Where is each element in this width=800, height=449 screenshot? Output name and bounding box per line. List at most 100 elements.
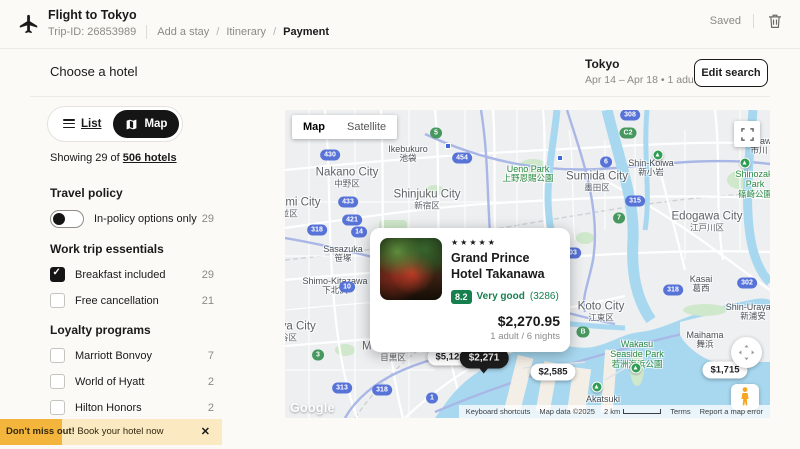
map-label-city: Setagaya City世田谷区 (285, 321, 316, 344)
filter-count: 2 (208, 376, 214, 388)
map-data-label: Map data ©2025 (539, 407, 595, 416)
hotel-price: $2,270.95 (380, 313, 560, 329)
map-label-city: Koto City江東区 (578, 301, 625, 324)
route-shield-icon: 1 (426, 392, 438, 403)
hotel-photo (380, 238, 442, 300)
top-header: Flight to Tokyo Trip-ID: 26853989 Add a … (0, 0, 800, 49)
filter-row-hilton[interactable]: ✓ Hilton Honors 2 (50, 399, 214, 416)
in-policy-toggle[interactable] (50, 210, 84, 228)
trip-title: Flight to Tokyo (48, 8, 329, 22)
park-marker-icon[interactable] (631, 363, 642, 374)
hotel-card[interactable]: ★★★★★ Grand Prince Hotel Takanawa 8.2 Ve… (370, 228, 570, 352)
map-label-city: Suginami City杉並区 (285, 197, 320, 220)
map-label-station: Ikebukuro池袋 (388, 144, 428, 164)
pan-control[interactable] (731, 337, 762, 368)
map-attribution: Keyboard shortcuts Map data ©2025 2 km T… (459, 405, 770, 418)
route-shield-icon: 454 (452, 152, 472, 163)
route-shield-icon: C2 (620, 127, 637, 138)
promo-banner[interactable]: Don't miss out! Book your hotel now ✕ (0, 419, 222, 445)
map-type-satellite-button[interactable]: Satellite (336, 115, 397, 139)
map-type-map-button[interactable]: Map (292, 115, 336, 139)
report-error-link[interactable]: Report a map error (700, 407, 763, 416)
filter-label: In-policy options only (94, 213, 202, 225)
filter-section-work-trip: Work trip essentials (50, 242, 214, 256)
hotel-stars: ★★★★★ (451, 238, 560, 247)
hotel-name: Grand Prince Hotel Takanawa (451, 250, 560, 283)
map-label-station: Akatsuki (586, 394, 620, 404)
trash-icon[interactable] (766, 12, 784, 30)
tab-map[interactable]: Map (113, 110, 179, 138)
map-label-city: Edogawa City江戸川区 (672, 211, 743, 234)
breadcrumb: Add a stay / Itinerary / Payment (157, 26, 329, 38)
hotels-count-link[interactable]: 506 hotels (123, 152, 177, 164)
checkbox[interactable]: ✓ (50, 374, 65, 389)
close-icon[interactable]: ✕ (201, 425, 210, 438)
park-marker-icon[interactable] (592, 382, 603, 393)
map-label-station: Sasazuka笹塚 (323, 244, 363, 264)
destination-name: Tokyo (585, 57, 699, 71)
breadcrumb-add-a-stay[interactable]: Add a stay (157, 26, 209, 38)
scale-bar: 2 km (604, 407, 661, 416)
checkbox[interactable]: ✓ (50, 293, 65, 308)
map-label-city: Sumida City墨田区 (566, 171, 628, 194)
route-shield-icon: 430 (320, 149, 340, 160)
list-icon (63, 119, 75, 129)
filter-label: Marriott Bonvoy (75, 350, 208, 362)
breadcrumb-itinerary[interactable]: Itinerary (226, 26, 266, 38)
park-marker-icon[interactable] (653, 150, 664, 161)
filter-label: Breakfast included (75, 269, 202, 281)
pegman-icon (739, 387, 751, 407)
filter-count: 29 (202, 213, 214, 225)
checkbox[interactable]: ✓ (50, 267, 65, 282)
route-shield-icon: 14 (351, 226, 367, 237)
terms-link[interactable]: Terms (670, 407, 690, 416)
route-shield-icon: B (576, 326, 589, 337)
route-shield-icon: 5 (430, 127, 442, 138)
route-shield-icon: 315 (625, 195, 645, 206)
rating-badge: 8.2 (451, 290, 472, 304)
filter-count: 29 (202, 269, 214, 281)
breadcrumb-payment[interactable]: Payment (283, 26, 329, 38)
route-shield-icon: 10 (339, 281, 355, 292)
edit-search-button[interactable]: Edit search (694, 59, 768, 87)
tab-list[interactable]: List (51, 110, 113, 138)
divider (753, 14, 754, 28)
filter-count: 21 (202, 295, 214, 307)
filter-row-hyatt[interactable]: ✓ World of Hyatt 2 (50, 373, 214, 390)
station-marker-icon[interactable] (557, 155, 563, 161)
filter-row-in-policy[interactable]: In-policy options only 29 (50, 210, 214, 228)
page-title: Choose a hotel (50, 64, 137, 79)
app-root: Flight to Tokyo Trip-ID: 26853989 Add a … (0, 0, 800, 449)
map-price-marker[interactable]: $2,585 (530, 364, 575, 381)
route-shield-icon: 7 (613, 212, 625, 223)
pan-arrows-icon (738, 344, 755, 361)
map-canvas[interactable]: Ikebukuro池袋Nakano City中野区Shinjuku City新宿… (285, 110, 770, 418)
map-type-control: Map Satellite (292, 115, 397, 139)
fullscreen-button[interactable] (734, 121, 760, 147)
filter-row-marriott[interactable]: ✓ Marriott Bonvoy 7 (50, 347, 214, 364)
keyboard-shortcuts-link[interactable]: Keyboard shortcuts (466, 407, 531, 416)
filter-row-breakfast[interactable]: ✓ Breakfast included 29 (50, 266, 214, 283)
map-label-park: Ueno Park上野恩賜公園 (502, 164, 553, 184)
map-label-station: Kasai葛西 (690, 274, 713, 294)
route-shield-icon: 3 (312, 349, 324, 360)
rating-text: Very good (477, 291, 525, 302)
map-label-station: Maihama舞浜 (686, 330, 723, 350)
map-label-station: Shimo-Kitazawa下北沢 (302, 276, 367, 296)
checkbox[interactable]: ✓ (50, 400, 65, 415)
checkbox[interactable]: ✓ (50, 348, 65, 363)
station-marker-icon[interactable] (445, 143, 451, 149)
google-logo[interactable]: Google (290, 401, 335, 415)
route-shield-icon: 302 (737, 277, 757, 288)
filter-row-free-cancellation[interactable]: ✓ Free cancellation 21 (50, 292, 214, 309)
route-shield-icon: 308 (620, 110, 640, 121)
map-label-station: Shin-Urayasu新浦安 (726, 302, 770, 322)
divider (30, 96, 770, 97)
trip-id: Trip-ID: 26853989 (48, 26, 136, 38)
filter-label: Free cancellation (75, 295, 202, 307)
hotel-price-details: 1 adult / 6 nights (380, 331, 560, 342)
route-shield-icon: 318 (663, 284, 683, 295)
airplane-icon (18, 13, 40, 35)
destination-dates: Apr 14 – Apr 18 • 1 adult (585, 74, 699, 86)
park-marker-icon[interactable] (740, 158, 751, 169)
